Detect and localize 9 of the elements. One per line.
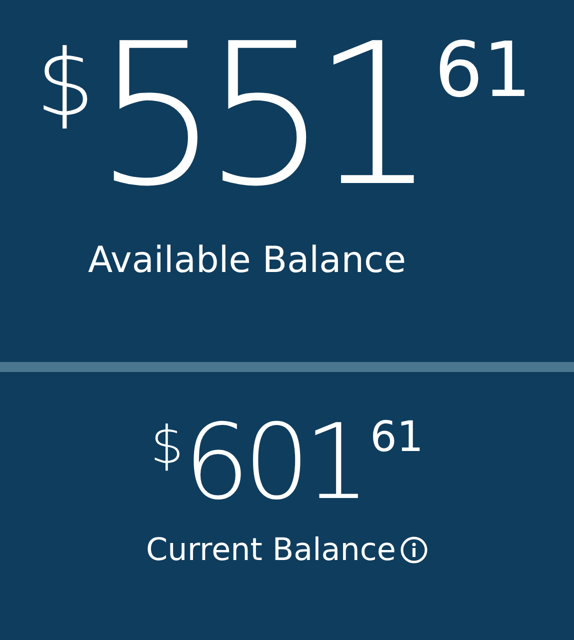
balance-cents: 61 bbox=[434, 32, 532, 108]
balance-label: Available Balance bbox=[88, 240, 406, 281]
balance-cents: 61 bbox=[370, 416, 424, 458]
balance-label: Current Balance bbox=[146, 532, 396, 568]
currency-symbol: $ bbox=[150, 420, 184, 472]
info-icon[interactable] bbox=[400, 536, 428, 564]
currency-symbol: $ bbox=[36, 38, 95, 130]
balance-amount: 601 bbox=[184, 410, 364, 514]
balance-amount: 551 bbox=[94, 18, 421, 214]
